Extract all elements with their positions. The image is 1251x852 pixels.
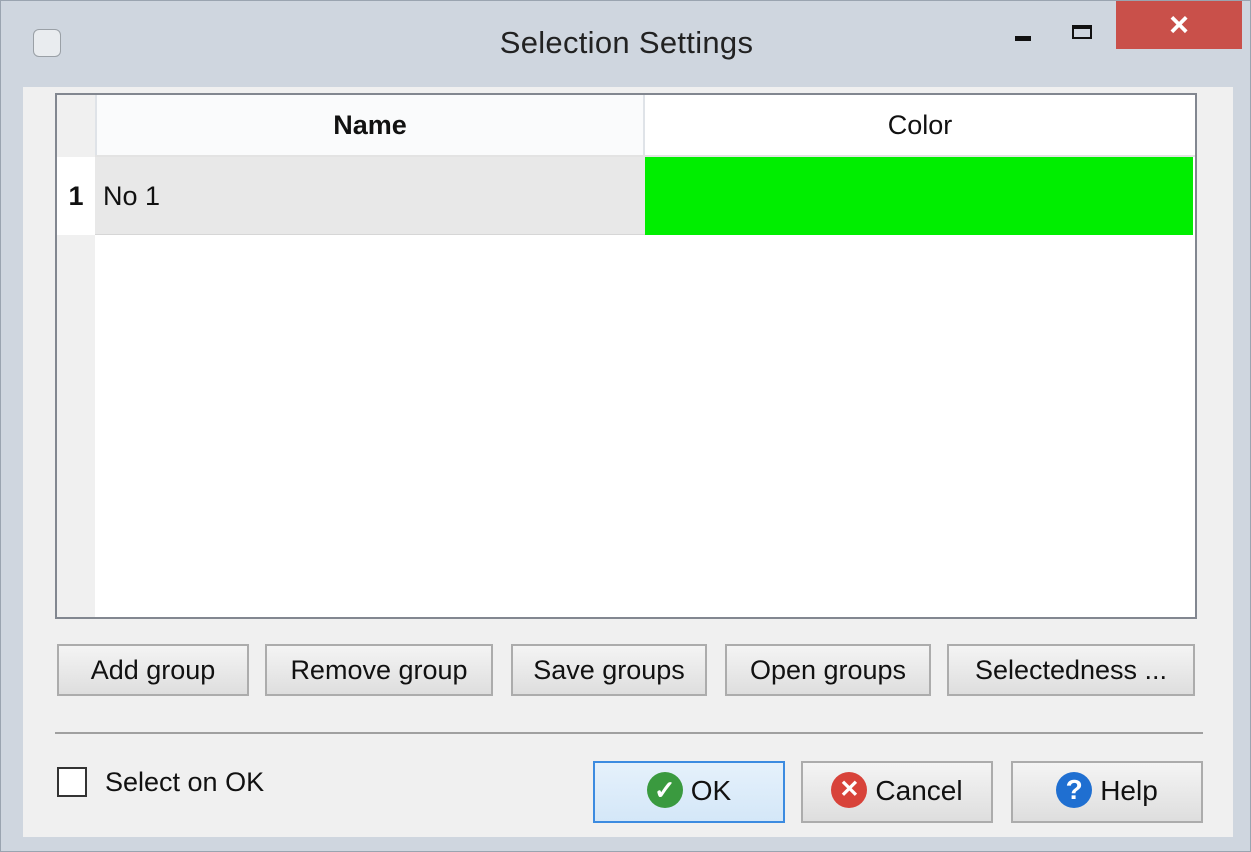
close-icon: ×: [1169, 6, 1189, 44]
groups-table[interactable]: Name Color 1 No 1: [55, 93, 1197, 619]
table-header: Name Color: [95, 95, 1195, 157]
open-groups-button[interactable]: Open groups: [725, 644, 931, 696]
cancel-icon: ✕: [831, 771, 868, 808]
separator: [55, 732, 1203, 734]
add-group-button[interactable]: Add group: [57, 644, 249, 696]
help-label: Help: [1100, 775, 1158, 806]
save-groups-button[interactable]: Save groups: [511, 644, 707, 696]
ok-button[interactable]: ✓ OK: [593, 761, 785, 823]
minimize-icon: [1015, 36, 1031, 41]
select-on-ok-checkbox[interactable]: [57, 767, 87, 797]
group-color-cell[interactable]: [645, 157, 1193, 235]
selectedness-button[interactable]: Selectedness ...: [947, 644, 1195, 696]
maximize-icon: [1072, 25, 1092, 39]
column-header-color[interactable]: Color: [645, 95, 1195, 155]
dialog-content: Name Color 1 No 1 Add group Remove group…: [23, 87, 1233, 837]
remove-group-button[interactable]: Remove group: [265, 644, 493, 696]
group-name-cell[interactable]: No 1: [95, 157, 645, 235]
column-header-name[interactable]: Name: [95, 95, 645, 155]
minimize-button[interactable]: [1001, 1, 1055, 57]
selection-settings-window: Selection Settings × Name Color 1 No 1 A…: [0, 0, 1251, 852]
ok-label: OK: [690, 775, 732, 806]
cancel-label: Cancel: [875, 775, 963, 806]
select-on-ok-label: Select on OK: [105, 767, 265, 797]
help-icon: ?: [1056, 771, 1093, 808]
title-bar: Selection Settings ×: [1, 1, 1251, 89]
row-number: 1: [57, 157, 95, 235]
maximize-button[interactable]: [1057, 1, 1111, 57]
table-row[interactable]: 1 No 1: [57, 157, 1195, 235]
cancel-button[interactable]: ✕ Cancel: [801, 761, 993, 823]
close-button[interactable]: ×: [1116, 1, 1242, 49]
checkmark-icon: ✓: [646, 771, 683, 808]
help-button[interactable]: ? Help: [1011, 761, 1203, 823]
